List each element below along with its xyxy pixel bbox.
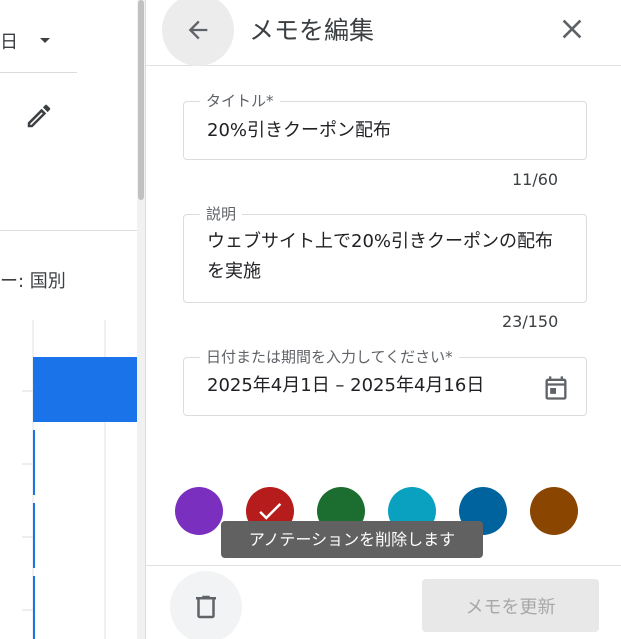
chart-bar	[33, 503, 35, 568]
chart-bar	[33, 430, 35, 495]
title-field-label: タイトル*	[200, 92, 280, 110]
title-field[interactable]: タイトル* 20%引きクーポン配布	[183, 92, 587, 160]
scrollbar-thumb[interactable]	[138, 0, 144, 200]
trash-icon	[196, 595, 216, 619]
arrow-back-icon	[188, 20, 208, 40]
background-chart	[22, 320, 137, 639]
report-pane: 日 ー: 国別	[0, 0, 137, 639]
back-button[interactable]	[162, 0, 234, 66]
divider	[0, 230, 137, 231]
color-swatch-purple[interactable]	[175, 487, 223, 535]
divider	[0, 72, 77, 73]
stage: 日 ー: 国別 メモを編集 タイトル* 20%引きクーポン配布 11/60 説明…	[0, 0, 621, 639]
title-input[interactable]: 20%引きクーポン配布	[207, 116, 567, 146]
chart-title: ー: 国別	[0, 271, 66, 292]
description-field[interactable]: 説明 ウェブサイト上で20%引きクーポンの配布を実施	[183, 205, 587, 303]
description-field-label: 説明	[200, 205, 243, 223]
chart-bar	[33, 576, 35, 639]
update-memo-button[interactable]: メモを更新	[422, 579, 599, 632]
date-field-label: 日付または期間を入力してください*	[200, 348, 459, 366]
panel-header: メモを編集	[146, 0, 621, 66]
period-selector-label[interactable]: 日	[0, 28, 18, 54]
date-range-input[interactable]: 2025年4月1日 – 2025年4月16日	[207, 371, 537, 401]
description-input[interactable]: ウェブサイト上で20%引きクーポンの配布を実施	[207, 227, 567, 287]
color-swatch-brown[interactable]	[530, 487, 578, 535]
panel-footer: メモを更新	[146, 565, 621, 639]
description-char-counter: 23/150	[502, 312, 559, 331]
delete-button[interactable]	[170, 571, 242, 639]
pencil-icon[interactable]	[24, 101, 54, 131]
chart-bar	[33, 357, 137, 422]
scrollbar[interactable]	[137, 0, 145, 639]
chevron-down-icon[interactable]	[40, 38, 50, 43]
close-icon[interactable]	[556, 13, 588, 45]
edit-memo-panel: メモを編集 タイトル* 20%引きクーポン配布 11/60 説明 ウェブサイト上…	[145, 0, 621, 639]
panel-title: メモを編集	[249, 16, 375, 45]
title-char-counter: 11/60	[512, 170, 559, 189]
delete-tooltip: アノテーションを削除します	[221, 521, 483, 558]
calendar-icon[interactable]	[542, 374, 570, 402]
date-field[interactable]: 日付または期間を入力してください* 2025年4月1日 – 2025年4月16日	[183, 348, 587, 416]
